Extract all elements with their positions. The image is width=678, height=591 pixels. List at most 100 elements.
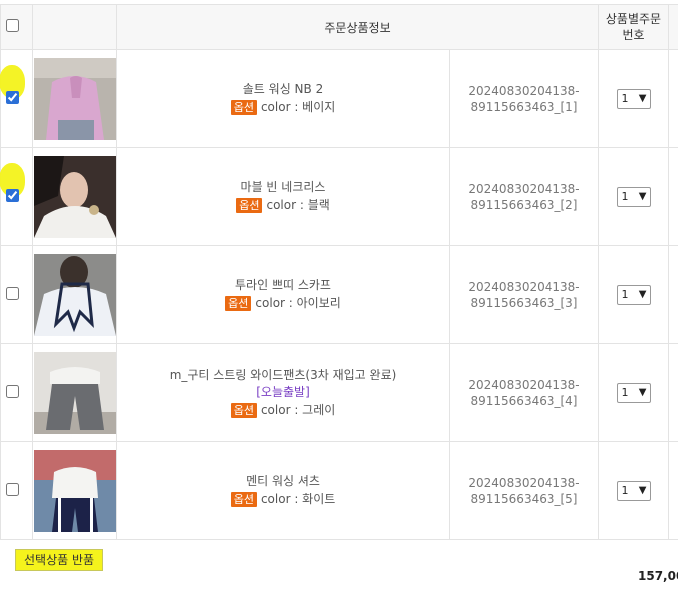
quantity-value: 1 (621, 189, 629, 203)
select-all-checkbox[interactable] (6, 19, 19, 32)
chevron-down-icon: ▼ (638, 92, 647, 104)
order-number-line1: 20240830204138- (468, 83, 580, 98)
quantity-select[interactable]: 1 ▼ (616, 382, 651, 403)
return-selected-button[interactable]: 선택상품 반품 (15, 549, 104, 571)
row-checkbox[interactable] (6, 188, 19, 202)
option-text: color : 그레이 (260, 402, 336, 417)
quantity-cell: 1 ▼ (598, 147, 669, 246)
select-all-cell (0, 4, 33, 50)
row-select-cell (0, 343, 33, 442)
extra-cell (668, 49, 678, 148)
option-line: 옵션 color : 베이지 (117, 99, 449, 116)
extra-cell (668, 147, 678, 246)
quantity-select[interactable]: 1 ▼ (616, 480, 651, 501)
quantity-cell: 1 ▼ (598, 245, 669, 344)
order-number-line2: 89115663463_[5] (470, 491, 578, 506)
highlight-mark (0, 162, 25, 205)
order-number-line1: 20240830204138- (468, 279, 580, 294)
quantity-select[interactable]: 1 ▼ (616, 284, 651, 305)
option-text: color : 아이보리 (255, 296, 341, 310)
thumbnail-cell (32, 343, 117, 442)
same-day-tag: [오늘출발] (256, 384, 310, 399)
row-checkbox[interactable] (6, 384, 19, 398)
table-row: 솔트 워싱 NB 2 옵션 color : 베이지 20240830204138-… (0, 49, 678, 148)
thumbnail-cell (32, 49, 117, 148)
row-select-cell (0, 245, 33, 344)
order-number-cell: 20240830204138- 89115663463_[1] (449, 49, 599, 148)
product-info-cell: m_구티 스트링 와이드팬츠(3차 재입고 완료) [오늘출발] 옵션 color… (116, 343, 450, 442)
option-badge: 옵션 (230, 492, 257, 507)
table-row: 투라인 쁘띠 스카프 옵션 color : 아이보리 20240830204138… (0, 245, 678, 344)
quantity-value: 1 (621, 287, 629, 301)
thumbnail-cell (32, 147, 117, 246)
chevron-down-icon: ▼ (638, 190, 647, 202)
product-thumbnail[interactable] (33, 449, 116, 532)
option-text: color : 베이지 (260, 100, 336, 114)
extra-header (668, 4, 678, 50)
product-name[interactable]: 마블 빈 네크리스 (117, 179, 449, 196)
order-number-line1: 20240830204138- (468, 377, 580, 392)
row-checkbox[interactable] (6, 482, 19, 496)
row-checkbox[interactable] (6, 90, 19, 104)
quantity-select[interactable]: 1 ▼ (616, 186, 651, 207)
option-badge: 옵션 (236, 198, 263, 213)
row-select-cell (0, 147, 33, 246)
order-number-line2: 89115663463_[1] (470, 99, 578, 114)
option-badge: 옵션 (230, 100, 257, 115)
option-line: 옵션 color : 그레이 (117, 402, 449, 419)
order-number-line2: 89115663463_[4] (470, 393, 578, 408)
option-badge: 옵션 (225, 296, 252, 311)
quantity-value: 1 (621, 385, 629, 399)
row-select-cell (0, 441, 33, 540)
product-name[interactable]: 솔트 워싱 NB 2 (117, 81, 449, 98)
option-line: 옵션 color : 아이보리 (117, 295, 449, 312)
product-thumbnail[interactable] (33, 351, 116, 434)
product-thumbnail[interactable] (33, 57, 116, 140)
option-badge: 옵션 (230, 402, 257, 418)
table-row: 마블 빈 네크리스 옵션 color : 블랙 20240830204138- 8… (0, 147, 678, 246)
option-text: color : 화이트 (260, 492, 336, 506)
table-row: 멘티 워싱 셔츠 옵션 color : 화이트 20240830204138- 8… (0, 441, 678, 540)
order-number-cell: 20240830204138- 89115663463_[2] (449, 147, 599, 246)
option-line: 옵션 color : 화이트 (117, 491, 449, 508)
product-name[interactable]: 멘티 워싱 셔츠 (117, 473, 449, 490)
chevron-down-icon: ▼ (638, 484, 647, 496)
product-name[interactable]: m_구티 스트링 와이드팬츠(3차 재입고 완료) (117, 367, 449, 384)
table-row: m_구티 스트링 와이드팬츠(3차 재입고 완료) [오늘출발] 옵션 color… (0, 343, 678, 442)
order-number-line2: 89115663463_[2] (470, 197, 578, 212)
product-thumbnail[interactable] (33, 253, 116, 336)
table-header-row: 주문상품정보 상품별주문 번호 (0, 4, 678, 50)
order-number-header: 상품별주문 번호 (598, 4, 669, 50)
order-number-line1: 20240830204138- (468, 475, 580, 490)
order-number-cell: 20240830204138- 89115663463_[5] (449, 441, 599, 540)
order-number-cell: 20240830204138- 89115663463_[4] (449, 343, 599, 442)
extra-cell (668, 441, 678, 540)
quantity-cell: 1 ▼ (598, 49, 669, 148)
quantity-select[interactable]: 1 ▼ (616, 88, 651, 109)
quantity-value: 1 (621, 483, 629, 497)
product-info-cell: 멘티 워싱 셔츠 옵션 color : 화이트 (116, 441, 450, 540)
info-header: 주문상품정보 (116, 4, 599, 50)
chevron-down-icon: ▼ (638, 386, 647, 398)
product-info-cell: 마블 빈 네크리스 옵션 color : 블랙 (116, 147, 450, 246)
option-text: color : 블랙 (266, 198, 330, 212)
product-name[interactable]: 투라인 쁘띠 스카프 (117, 277, 449, 294)
quantity-cell: 1 ▼ (598, 343, 669, 442)
order-number-cell: 20240830204138- 89115663463_[3] (449, 245, 599, 344)
order-number-line1: 20240830204138- (468, 181, 580, 196)
product-info-cell: 투라인 쁘띠 스카프 옵션 color : 아이보리 (116, 245, 450, 344)
order-items-table: 주문상품정보 상품별주문 번호 솔트 워싱 NB 2 옵션 color : 베이지… (0, 4, 678, 540)
row-checkbox[interactable] (6, 286, 19, 300)
product-info-cell: 솔트 워싱 NB 2 옵션 color : 베이지 (116, 49, 450, 148)
order-number-header-line1: 상품별주문 (605, 12, 662, 26)
total-amount: 157,000 (638, 569, 678, 583)
row-select-cell (0, 49, 33, 148)
highlight-mark (0, 64, 25, 107)
quantity-value: 1 (621, 91, 629, 105)
chevron-down-icon: ▼ (638, 288, 647, 300)
extra-cell (668, 343, 678, 442)
order-number-line2: 89115663463_[3] (470, 295, 578, 310)
extra-cell (668, 245, 678, 344)
product-thumbnail[interactable] (33, 155, 116, 238)
thumbnail-cell (32, 245, 117, 344)
